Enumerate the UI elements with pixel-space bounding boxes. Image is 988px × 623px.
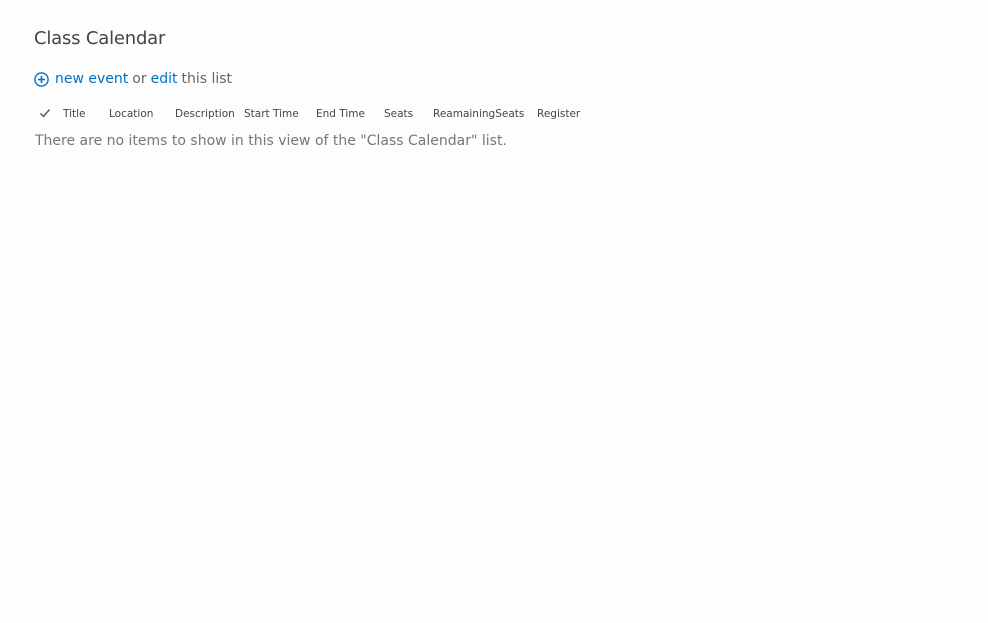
this-list-text: this list — [181, 71, 233, 87]
list-toolbar: new event or edit this list — [34, 69, 232, 89]
edit-list-link[interactable]: edit — [151, 71, 178, 87]
column-header-end-time[interactable]: End Time — [316, 108, 365, 120]
column-header-seats[interactable]: Seats — [384, 108, 413, 120]
column-header-register[interactable]: Register — [537, 108, 580, 120]
list-view-page: Class Calendar new event or edit this li… — [0, 0, 988, 623]
checkmark-icon[interactable] — [39, 107, 51, 119]
column-header-remaining-seats[interactable]: ReamainingSeats — [433, 108, 524, 120]
list-title: Class Calendar — [34, 28, 166, 49]
new-event-link[interactable]: new event — [55, 71, 128, 87]
or-text: or — [132, 71, 147, 87]
column-header-start-time[interactable]: Start Time — [244, 108, 299, 120]
plus-circle-icon[interactable] — [34, 71, 49, 87]
column-header-title[interactable]: Title — [63, 108, 86, 120]
list-header-row: Title Location Description Start Time En… — [34, 106, 594, 124]
column-header-description[interactable]: Description — [175, 108, 235, 120]
empty-list-message: There are no items to show in this view … — [35, 133, 507, 149]
column-header-location[interactable]: Location — [109, 108, 153, 120]
